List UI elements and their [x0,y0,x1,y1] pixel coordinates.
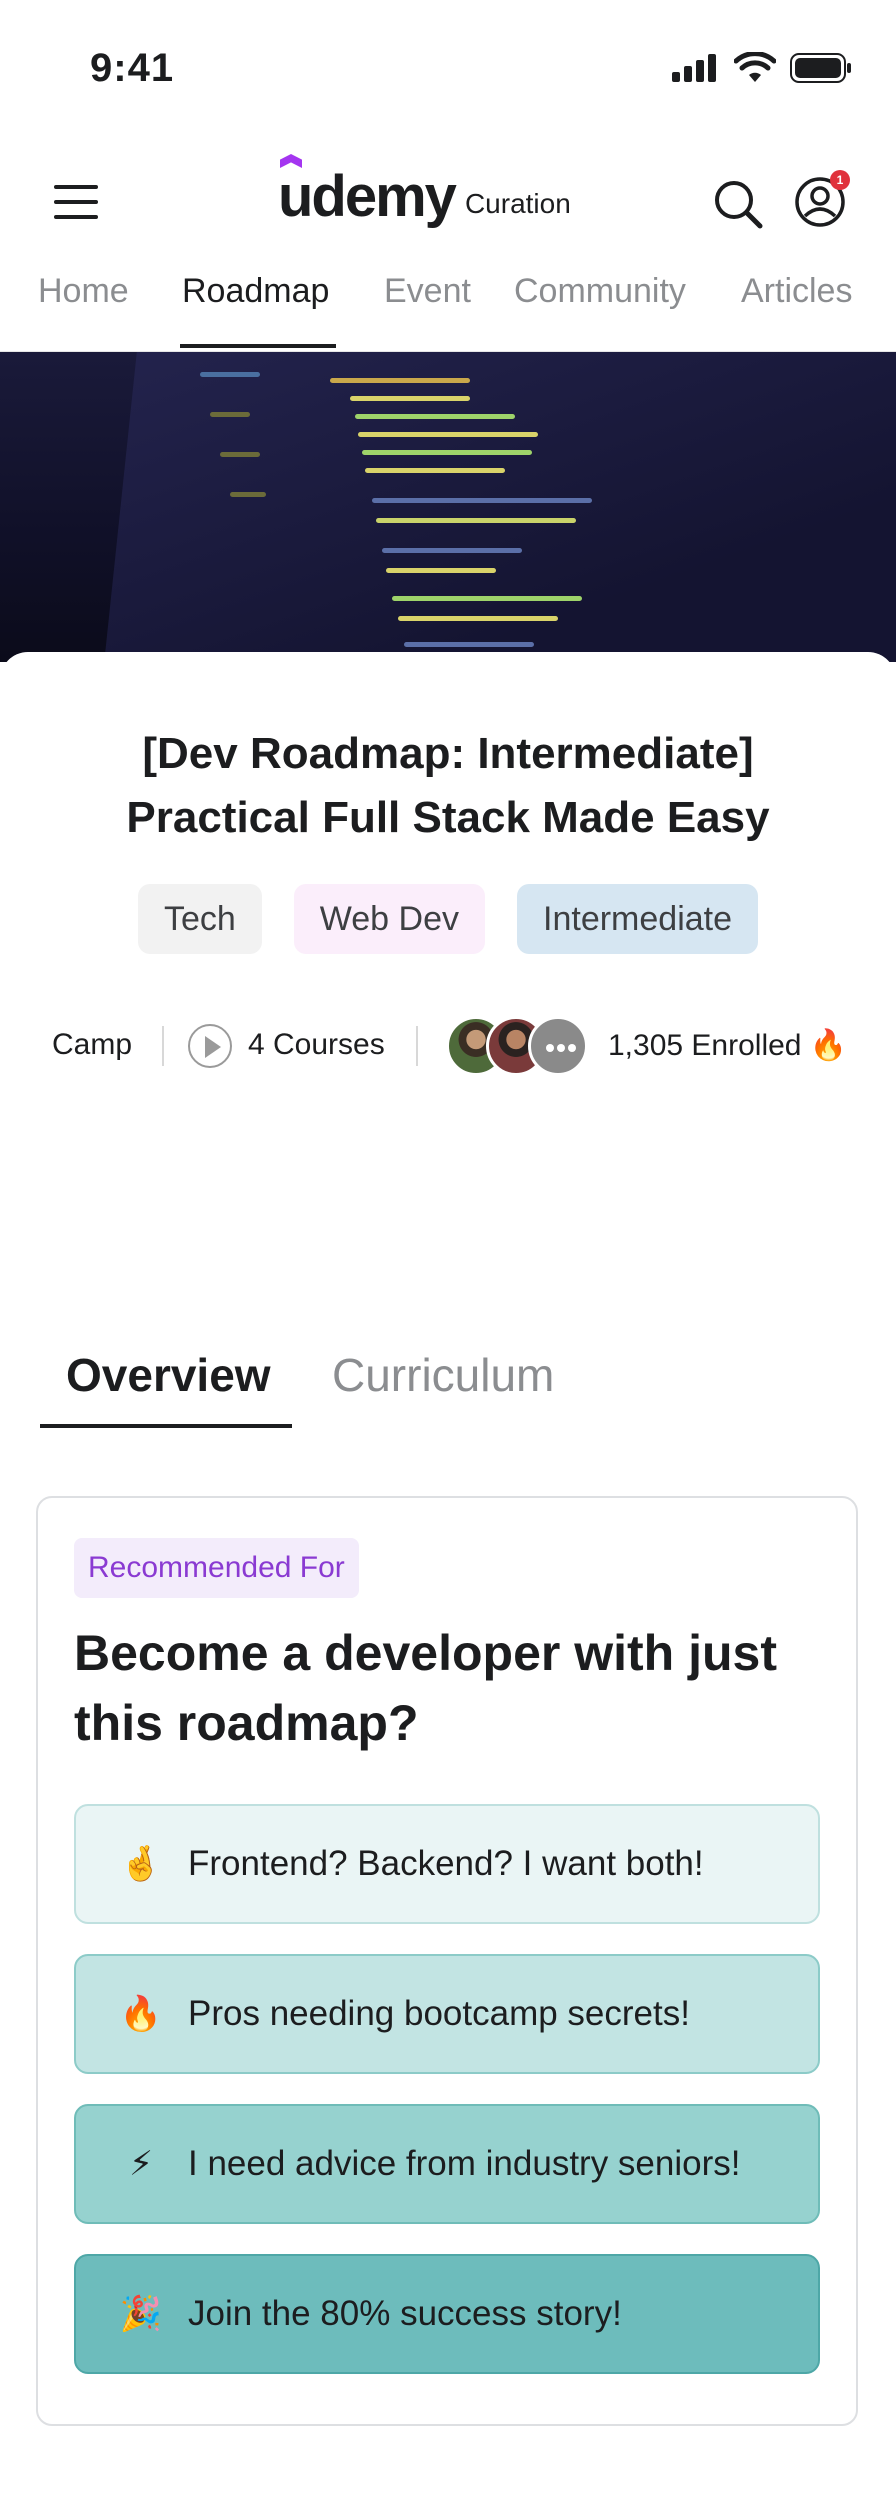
active-tab-indicator [40,1424,292,1428]
profile-icon[interactable]: 1 [792,170,850,230]
tab-overview[interactable]: Overview [66,1348,271,1402]
tab-roadmap[interactable]: Roadmap [182,272,329,311]
app-header: udemy Curation 1 [0,150,896,260]
enrolled-avatars[interactable] [446,1016,596,1076]
recommended-item[interactable]: ⚡ I need advice from industry seniors! [74,2104,820,2224]
party-popper-icon: 🎉 [119,2295,163,2333]
play-icon [188,1024,232,1068]
logo-subtitle: Curation [464,188,571,219]
tab-home[interactable]: Home [38,272,129,311]
tab-curriculum[interactable]: Curriculum [332,1348,554,1402]
recommended-item-text: Join the 80% success story! [188,2294,622,2333]
roadmap-title-line2: Practical Full Stack Made Easy [126,793,770,842]
logo-wordmark: udemy [278,154,457,226]
tab-community[interactable]: Community [514,272,686,311]
nav-tabs: Home Roadmap Event Community Articles [0,262,896,352]
tag-web-dev: Web Dev [293,884,486,954]
hamburger-menu-icon[interactable] [54,180,98,224]
tag-level: Intermediate [517,884,759,954]
crossed-fingers-icon: 🤞 [119,1845,163,1883]
recommended-card: Recommended For Become a developer with … [36,1496,858,2426]
recommended-item[interactable]: 🤞 Frontend? Backend? I want both! [74,1804,820,1924]
recommended-item[interactable]: 🔥 Pros needing bootcamp secrets! [74,1954,820,2074]
status-bar: 9:41 [0,0,896,140]
divider [416,1026,418,1066]
tab-articles[interactable]: Articles [741,272,852,311]
recommended-item-text: I need advice from industry seniors! [188,2144,741,2183]
recommended-item[interactable]: 🎉 Join the 80% success story! [74,2254,820,2374]
notification-badge: 1 [830,170,850,190]
lightning-icon: ⚡ [129,2145,153,2183]
hero-image [0,352,896,662]
tab-event[interactable]: Event [384,272,471,311]
status-icons [672,52,852,84]
divider [162,1026,164,1066]
fire-icon: 🔥 [119,1995,163,2033]
status-time: 9:41 [90,46,175,90]
tag-tech: Tech [137,884,262,954]
roadmap-title: [Dev Roadmap: Intermediate] Practical Fu… [0,722,896,850]
logo[interactable]: udemy Curation [278,154,571,226]
battery-icon [790,53,851,83]
enrolled-count: 1,305 Enrolled 🔥 [608,1029,848,1062]
active-tab-indicator [180,344,336,348]
signal-icon [672,54,716,82]
roadmap-meta: Camp 4 Courses 1,305 Enrolled 🔥 [0,1014,896,1078]
wifi-icon [734,52,776,82]
recommended-item-text: Frontend? Backend? I want both! [188,1844,704,1883]
roadmap-title-line1: [Dev Roadmap: Intermediate] [142,729,754,778]
recommended-label: Recommended For [74,1538,359,1598]
recommended-heading: Become a developer with just this roadma… [74,1625,777,1751]
tag-list: Tech Web Dev Intermediate [0,884,896,954]
search-icon[interactable] [710,176,766,232]
content-tabs: Overview Curriculum [0,1330,896,1430]
roadmap-type: Camp [52,1028,133,1061]
course-count: 4 Courses [248,1028,385,1061]
recommended-item-text: Pros needing bootcamp secrets! [188,1994,690,2033]
more-avatars-icon [528,1016,588,1076]
